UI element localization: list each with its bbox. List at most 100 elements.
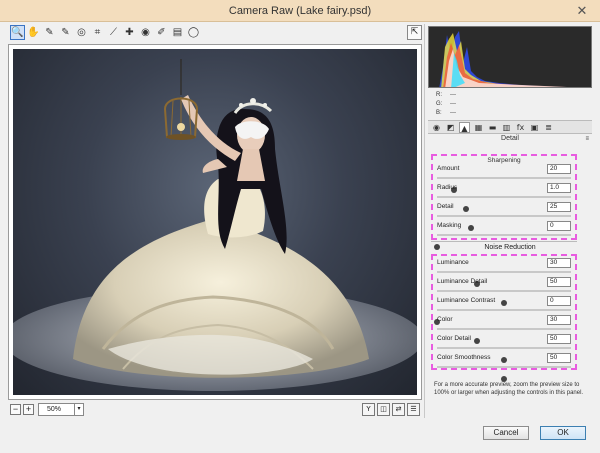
window-title: Camera Raw (Lake fairy.psd) [228,5,372,17]
slider-track[interactable] [437,290,571,306]
zoom-out-button[interactable]: − [10,404,21,415]
histogram [428,26,592,88]
camera-calibration-icon[interactable]: ▣ [529,122,540,133]
graduated-filter-icon[interactable]: ▤ [170,25,185,40]
slider-label: Detail [437,203,454,210]
slider-label: Color Smoothness [437,354,491,361]
slider-value-field[interactable]: 20 [547,164,571,174]
slider-amount: Amount 20 [433,164,575,193]
slider-color-smoothness: Color Smoothness 50 [433,353,575,382]
slider-track[interactable] [437,328,571,344]
slider-value-field[interactable]: 0 [547,221,571,231]
basic-icon[interactable]: ◉ [431,122,442,133]
settings-icon[interactable]: ☰ [407,403,420,416]
panel-tabs: ◉ ◩ ▲ ▦ ▬ ▥ fx ▣ ≣ [428,120,592,134]
slider-color-detail: Color Detail 50 [433,334,575,363]
slider-label: Color [437,316,453,323]
photo-lake-fairy [13,49,417,395]
slider-value-field[interactable]: 30 [547,315,571,325]
lens-corrections-icon[interactable]: ▥ [501,122,512,133]
noise-reduction-group: Luminance 30 Luminance Detail 50 Luminance C… [431,254,577,382]
slider-label: Radius [437,184,458,191]
slider-label: Luminance Detail [437,278,488,285]
slider-label: Color Detail [437,335,471,342]
slider-track[interactable] [437,196,571,212]
title-bar: Camera Raw (Lake fairy.psd) ✕ [0,0,600,22]
slider-value-field[interactable]: 30 [547,258,571,268]
crop-icon[interactable]: ⌗ [90,25,105,40]
rgb-readout: R: --- G: --- B: --- [428,90,592,120]
slider-track[interactable] [437,271,571,287]
radial-filter-icon[interactable]: ◯ [186,25,201,40]
b-label: B: [436,110,442,116]
preview-toggle-icon[interactable]: Y [362,403,375,416]
slider-track[interactable] [437,215,571,231]
slider-color: Color 30 [433,315,575,344]
toolbar: ⇱ 🔍 ✋ ✎ ✎ ◎ ⌗ ⟋ ✚ ◉ ✐ ▤ ◯ [8,24,422,42]
presets-icon[interactable]: ≣ [543,122,554,133]
slider-detail: Detail 25 [433,202,575,231]
divider [431,241,577,242]
white-balance-icon[interactable]: ✎ [42,25,57,40]
slider-value-field[interactable]: 50 [547,334,571,344]
split-toning-icon[interactable]: ▬ [487,122,498,133]
zoom-icon[interactable]: 🔍 [10,25,25,40]
zoom-bar: − + 50% ▾ Y ◫ ⇄ ☰ [8,402,422,418]
slider-track[interactable] [437,177,571,193]
slider-label: Masking [437,222,462,229]
slider-radius: Radius 1.0 [433,183,575,212]
spot-removal-icon[interactable]: ✚ [122,25,137,40]
hsl-icon[interactable]: ▦ [473,122,484,133]
histogram-graph [439,31,567,87]
slider-masking: Masking 0 [433,221,575,250]
swap-icon[interactable]: ⇄ [392,403,405,416]
r-value: --- [450,92,456,98]
zoom-in-button[interactable]: + [23,404,34,415]
zoom-level-value: 50% [47,406,62,413]
image-preview[interactable] [8,44,422,400]
ok-button[interactable]: OK [540,426,586,440]
g-value: --- [450,101,456,107]
slider-track[interactable] [437,347,571,363]
b-value: --- [450,110,456,116]
noise-reduction-title: Noise Reduction [484,244,536,251]
slider-luminance-detail: Luminance Detail 50 [433,277,575,306]
slider-label: Luminance [437,259,469,266]
detail-icon[interactable]: ▲ [459,122,470,133]
panel-menu-icon[interactable]: ≡ [585,136,589,142]
sharpening-group: Sharpening Amount 20 Radius 1.0 Detail 25 Mask… [431,154,577,250]
slider-track[interactable] [434,309,571,325]
cancel-button[interactable]: Cancel [483,426,529,440]
slider-value-field[interactable]: 25 [547,202,571,212]
panel-title: Detail [501,135,519,142]
divider [424,24,425,418]
r-label: R: [436,92,442,98]
close-icon[interactable]: ✕ [572,3,592,18]
hand-icon[interactable]: ✋ [26,25,41,40]
chevron-down-icon: ▾ [74,404,83,415]
slider-label: Luminance Contrast [437,297,496,304]
preview-hint-text: For a more accurate preview, zoom the pr… [434,382,584,396]
tone-curve-icon[interactable]: ◩ [445,122,456,133]
sharpening-title: Sharpening [487,157,521,164]
slider-track[interactable] [437,366,571,382]
red-eye-icon[interactable]: ◉ [138,25,153,40]
panel-header: Detail ≡ [428,135,592,147]
color-sampler-icon[interactable]: ✎ [58,25,73,40]
slider-luminance-contrast: Luminance Contrast 0 [433,296,575,325]
slider-value-field[interactable]: 50 [547,353,571,363]
slider-luminance: Luminance 30 [433,258,575,287]
slider-value-field[interactable]: 1.0 [547,183,571,193]
slider-value-field[interactable]: 50 [547,277,571,287]
slider-value-field[interactable]: 0 [547,296,571,306]
before-after-icon[interactable]: ◫ [377,403,390,416]
adjustment-brush-icon[interactable]: ✐ [154,25,169,40]
slider-track[interactable] [434,234,571,250]
g-label: G: [436,101,443,107]
zoom-level-select[interactable]: 50% ▾ [38,403,84,416]
effects-icon[interactable]: fx [515,122,526,133]
photo-illustration [13,59,417,391]
open-preferences-icon[interactable]: ⇱ [407,25,422,40]
straighten-icon[interactable]: ⟋ [106,25,121,40]
targeted-adjustment-icon[interactable]: ◎ [74,25,89,40]
